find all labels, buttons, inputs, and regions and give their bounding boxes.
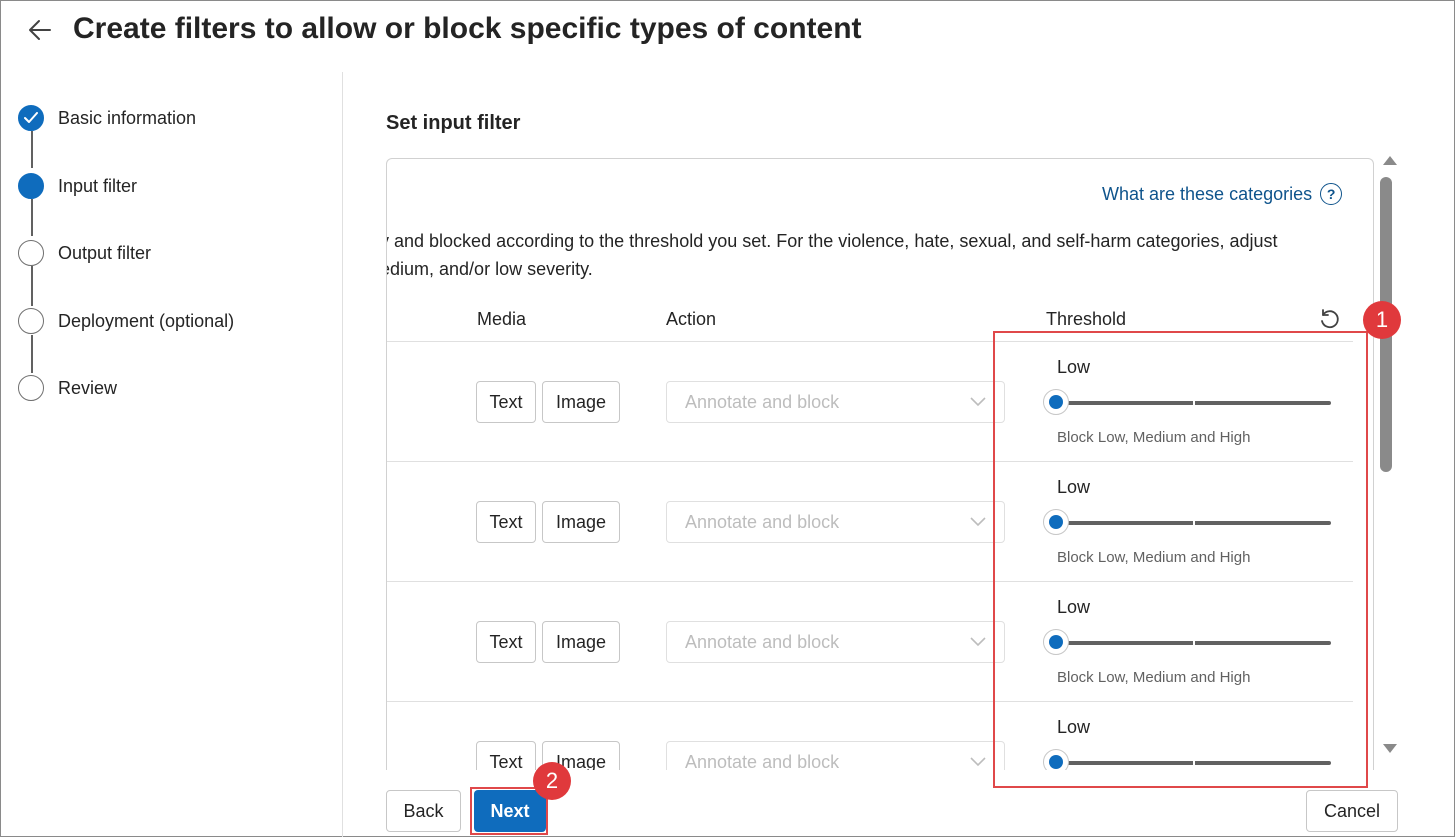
section-title: Set input filter <box>386 112 521 134</box>
back-button[interactable]: Back <box>386 790 461 832</box>
step-connector <box>31 266 33 306</box>
column-header-action: Action <box>666 309 717 329</box>
media-chip-text[interactable]: Text <box>476 381 536 423</box>
action-dropdown[interactable]: Annotate and block <box>666 621 1005 663</box>
annotation-badge: 2 <box>533 762 571 800</box>
step-label: Deployment (optional) <box>58 310 235 331</box>
annotation-highlight-threshold <box>993 331 1368 788</box>
description-line: edium, and/or low severity. <box>386 259 593 279</box>
action-value: Annotate and block <box>685 512 840 532</box>
sidebar-divider <box>342 72 343 837</box>
step-label: Output filter <box>58 242 152 263</box>
step-input-filter[interactable]: Input filter <box>18 171 137 201</box>
media-chip-image[interactable]: Image <box>542 621 620 663</box>
step-connector <box>31 131 33 168</box>
step-deployment[interactable]: Deployment (optional) <box>18 306 234 336</box>
media-chip-text[interactable]: Text <box>476 621 536 663</box>
chevron-down-icon <box>970 757 986 767</box>
action-value: Annotate and block <box>685 632 840 652</box>
pending-step-icon <box>18 375 44 401</box>
step-label: Input filter <box>58 175 138 196</box>
current-step-icon <box>18 173 44 199</box>
media-chip-text[interactable]: Text <box>476 741 536 770</box>
step-connector <box>31 199 33 236</box>
step-connector <box>31 335 33 373</box>
action-dropdown[interactable]: Annotate and block <box>666 381 1005 423</box>
step-label: Review <box>58 377 118 398</box>
step-label: Basic information <box>58 107 197 128</box>
action-value: Annotate and block <box>685 392 840 412</box>
vertical-scrollbar[interactable] <box>1376 148 1402 762</box>
action-dropdown[interactable]: Annotate and block <box>666 741 1005 770</box>
checkmark-icon <box>18 105 44 131</box>
annotation-badge: 1 <box>1363 301 1401 339</box>
step-review[interactable]: Review <box>18 373 117 403</box>
categories-help-link[interactable]: What are these categories ? <box>1102 183 1343 205</box>
chevron-down-icon <box>970 397 986 407</box>
chevron-down-icon <box>970 517 986 527</box>
help-link-label: What are these categories <box>1102 183 1313 204</box>
media-chip-text[interactable]: Text <box>476 501 536 543</box>
description-line: y and blocked according to the threshold… <box>386 231 1278 251</box>
scroll-up-icon[interactable] <box>1383 156 1397 165</box>
media-chip-image[interactable]: Image <box>542 381 620 423</box>
column-header-threshold: Threshold <box>1046 309 1127 329</box>
question-icon: ? <box>1320 183 1343 205</box>
step-output-filter[interactable]: Output filter <box>18 238 151 268</box>
action-dropdown[interactable]: Annotate and block <box>666 501 1005 543</box>
annotation-highlight-next <box>470 787 548 835</box>
scroll-down-icon[interactable] <box>1383 744 1397 753</box>
page-title: Create filters to allow or block specifi… <box>73 12 862 45</box>
chevron-down-icon <box>970 637 986 647</box>
column-header-media: Media <box>477 309 527 329</box>
step-basic-information[interactable]: Basic information <box>18 103 196 133</box>
back-arrow-icon[interactable] <box>26 16 54 44</box>
media-chip-image[interactable]: Image <box>542 501 620 543</box>
cancel-button[interactable]: Cancel <box>1306 790 1398 832</box>
pending-step-icon <box>18 308 44 334</box>
action-value: Annotate and block <box>685 752 840 770</box>
reset-icon[interactable] <box>1317 307 1341 331</box>
pending-step-icon <box>18 240 44 266</box>
